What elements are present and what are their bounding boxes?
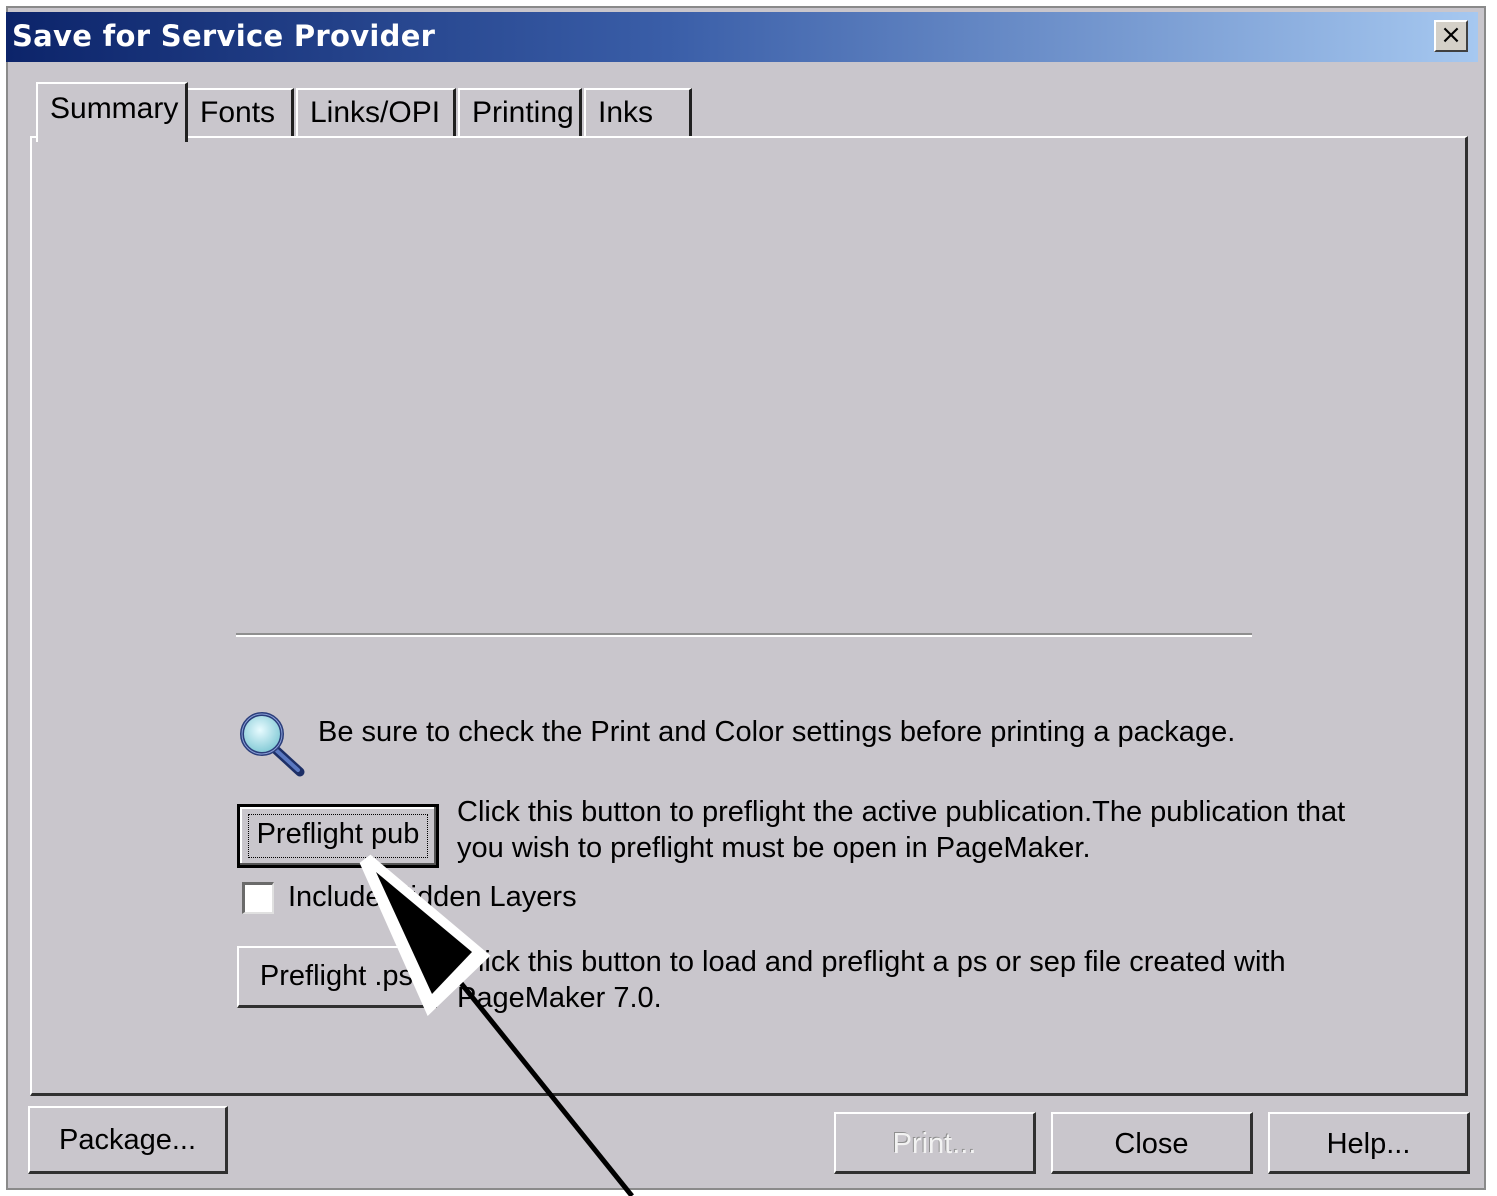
separator-line [236, 633, 1252, 637]
preflight-ps-description-line-2: PageMaker 7.0. [457, 982, 662, 1014]
tip-text: Be sure to check the Print and Color set… [318, 716, 1236, 748]
preflight-ps-label: Preflight .ps [259, 960, 414, 992]
preflight-pub-description-line-1: Click this button to preflight the activ… [457, 796, 1346, 828]
tab-fonts[interactable]: Fonts [186, 88, 294, 136]
preflight-pub-label: Preflight pub [256, 818, 420, 850]
include-hidden-layers-checkbox[interactable] [242, 882, 274, 914]
tab-links-opi[interactable]: Links/OPI [296, 88, 456, 136]
preflight-pub-description-line-2: you wish to preflight must be open in Pa… [457, 832, 1091, 864]
package-button-label: Package... [58, 1124, 197, 1156]
include-hidden-layers-label[interactable]: Include Hidden Layers [288, 881, 577, 914]
print-button[interactable]: Print... [834, 1112, 1036, 1174]
help-button-label: Help... [1326, 1128, 1411, 1160]
preflight-pub-button[interactable]: Preflight pub [237, 804, 439, 868]
magnifier-icon [240, 712, 305, 777]
close-button[interactable]: Close [1051, 1112, 1253, 1174]
tab-summary[interactable]: Summary [36, 82, 188, 142]
close-button-label: Close [1114, 1128, 1189, 1160]
window-title: Save for Service Provider [12, 19, 436, 53]
package-button[interactable]: Package... [28, 1106, 228, 1174]
close-window-button[interactable]: × [1434, 20, 1468, 52]
help-button[interactable]: Help... [1268, 1112, 1470, 1174]
print-button-label: Print... [892, 1128, 977, 1160]
tab-inks[interactable]: Inks [584, 88, 692, 136]
tab-printing[interactable]: Printing [458, 88, 582, 136]
preflight-ps-button[interactable]: Preflight .ps [237, 946, 437, 1008]
title-bar[interactable]: Save for Service Provider × [6, 12, 1478, 62]
preflight-ps-description-line-1: Click this button to load and preflight … [457, 946, 1286, 978]
